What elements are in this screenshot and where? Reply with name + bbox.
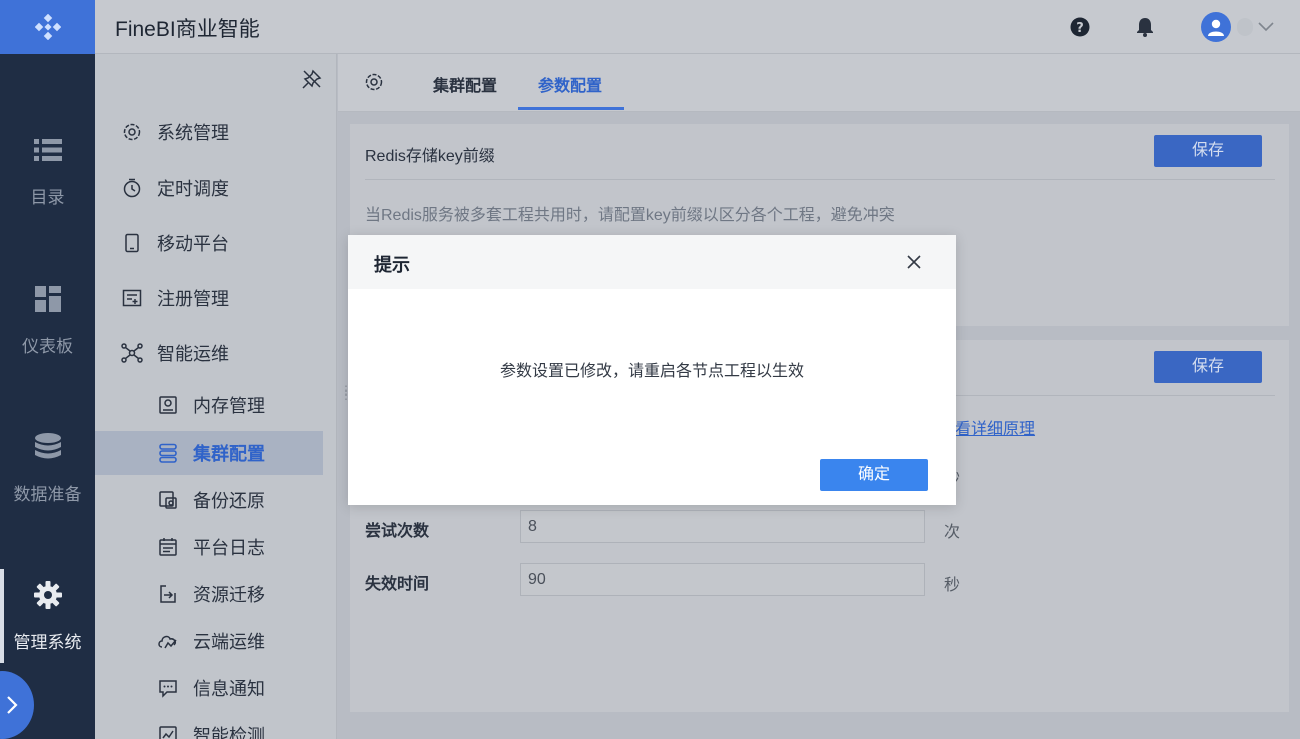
list-icon <box>33 135 63 165</box>
subnav-item-backup[interactable]: 备份还原 <box>95 478 323 522</box>
svg-text:?: ? <box>1076 21 1084 36</box>
tablet-icon <box>121 232 143 254</box>
subnav-item-label: 智能运维 <box>157 344 229 364</box>
divider <box>365 179 1275 180</box>
expand-sidebar-button[interactable] <box>0 671 34 739</box>
message-icon <box>157 677 179 699</box>
rail-item-label: 数据准备 <box>13 484 82 504</box>
backup-icon <box>157 489 179 511</box>
app-title: FineBI商业智能 <box>115 18 260 41</box>
dashboard-icon <box>33 284 63 314</box>
calendar-log-icon <box>157 536 179 558</box>
dialog-title: 提示 <box>374 255 410 275</box>
expire-time-label: 失效时间 <box>365 576 430 593</box>
subnav-item-label: 平台日志 <box>193 538 265 558</box>
tab-bar: 集群配置 参数配置 <box>338 54 1300 112</box>
subnav-item-memory[interactable]: 内存管理 <box>95 383 323 427</box>
subnav-item-label: 资源迁移 <box>193 585 265 605</box>
logo-icon <box>34 14 61 40</box>
close-icon[interactable] <box>904 252 924 272</box>
rail-item-label: 管理系统 <box>13 632 82 652</box>
avatar[interactable] <box>1201 12 1231 42</box>
subnav-item-notify[interactable]: 信息通知 <box>95 666 323 710</box>
subnav-item-cloud[interactable]: 云端运维 <box>95 619 323 663</box>
subnav-item-label: 信息通知 <box>193 679 265 699</box>
rail-item-data-prep[interactable]: 数据准备 <box>0 413 95 523</box>
dialog-message: 参数设置已修改，请重启各节点工程以生效 <box>499 363 804 380</box>
active-tab-indicator <box>518 107 624 110</box>
subnav-item-schedule[interactable]: 定时调度 <box>95 166 323 210</box>
chevron-down-icon[interactable] <box>1258 19 1274 37</box>
top-header: FineBI商业智能 ? <box>95 0 1300 54</box>
retry-count-input[interactable]: 8 <box>520 510 925 543</box>
card-description: 当Redis服务被多套工程共用时，请配置key前缀以区分各个工程，避免冲突 <box>365 207 895 224</box>
unit-label: 秒 <box>944 577 961 594</box>
user-name-placeholder[interactable] <box>1237 18 1253 36</box>
register-icon <box>121 287 143 309</box>
rail-item-label: 仪表板 <box>22 336 73 356</box>
subnav-item-label: 备份还原 <box>193 491 265 511</box>
dialog-header: 提示 <box>348 235 956 289</box>
subnav-item-system[interactable]: 系统管理 <box>95 110 323 154</box>
pin-icon[interactable] <box>302 69 322 94</box>
detect-icon <box>157 724 179 739</box>
app-root: 目录 仪表板 数据准备 管理系统 FineBI商业智能 ? 系统管理 定时调度 … <box>0 0 1300 739</box>
tab-params[interactable]: 参数配置 <box>538 72 602 96</box>
timer-icon <box>121 177 143 199</box>
subnav-item-label: 定时调度 <box>157 179 229 199</box>
user-icon <box>1208 19 1224 36</box>
card-title: Redis存储key前缀 <box>365 148 495 165</box>
rail-item-label: 目录 <box>30 187 65 207</box>
save-button[interactable]: 保存 <box>1154 135 1262 167</box>
subnav-item-logs[interactable]: 平台日志 <box>95 525 323 569</box>
subnav-item-ops[interactable]: 智能运维 <box>95 331 323 375</box>
database-icon <box>33 432 63 462</box>
subnav-item-label: 集群配置 <box>193 444 265 464</box>
secondary-sidebar: 系统管理 定时调度 移动平台 注册管理 智能运维 内存管理 集群配置 备份还原 <box>95 54 337 739</box>
subnav-item-label: 移动平台 <box>157 234 229 254</box>
subnav-item-register[interactable]: 注册管理 <box>95 276 323 320</box>
settings-icon <box>121 121 143 143</box>
subnav-item-detect[interactable]: 智能检测 <box>95 713 323 739</box>
save-button[interactable]: 保存 <box>1154 351 1262 383</box>
migrate-icon <box>157 583 179 605</box>
rail-item-dashboard[interactable]: 仪表板 <box>0 265 95 375</box>
subnav-item-mobile[interactable]: 移动平台 <box>95 221 323 265</box>
subnav-item-label: 智能检测 <box>193 726 265 739</box>
subnav-item-cluster[interactable]: 集群配置 <box>95 431 323 475</box>
gear-icon <box>33 580 63 610</box>
chevron-right-icon <box>7 696 18 714</box>
cluster-icon <box>157 442 179 464</box>
subnav-item-label: 内存管理 <box>193 396 265 416</box>
notice-dialog: 提示 参数设置已修改，请重启各节点工程以生效 确定 <box>348 235 956 505</box>
memory-icon <box>157 394 179 416</box>
expire-time-input[interactable]: 90 <box>520 563 925 596</box>
subnav-item-label: 系统管理 <box>157 123 229 143</box>
subnav-item-migrate[interactable]: 资源迁移 <box>95 572 323 616</box>
app-logo[interactable] <box>0 0 95 54</box>
network-icon <box>121 342 143 364</box>
confirm-button[interactable]: 确定 <box>820 459 928 491</box>
subnav-item-label: 云端运维 <box>193 632 265 652</box>
subnav-item-label: 注册管理 <box>157 289 229 309</box>
help-icon[interactable]: ? <box>1069 16 1091 38</box>
cloud-icon <box>157 630 179 652</box>
detail-link[interactable]: 看详细原理 <box>955 415 1035 439</box>
bell-icon[interactable] <box>1134 16 1156 38</box>
rail-item-catalog[interactable]: 目录 <box>0 116 95 226</box>
unit-label: 次 <box>944 524 961 541</box>
rail-item-admin[interactable]: 管理系统 <box>0 561 95 671</box>
retry-count-label: 尝试次数 <box>365 523 430 540</box>
primary-sidebar: 目录 仪表板 数据准备 管理系统 <box>0 0 95 739</box>
settings-icon[interactable] <box>364 72 384 97</box>
tab-cluster[interactable]: 集群配置 <box>433 72 497 96</box>
